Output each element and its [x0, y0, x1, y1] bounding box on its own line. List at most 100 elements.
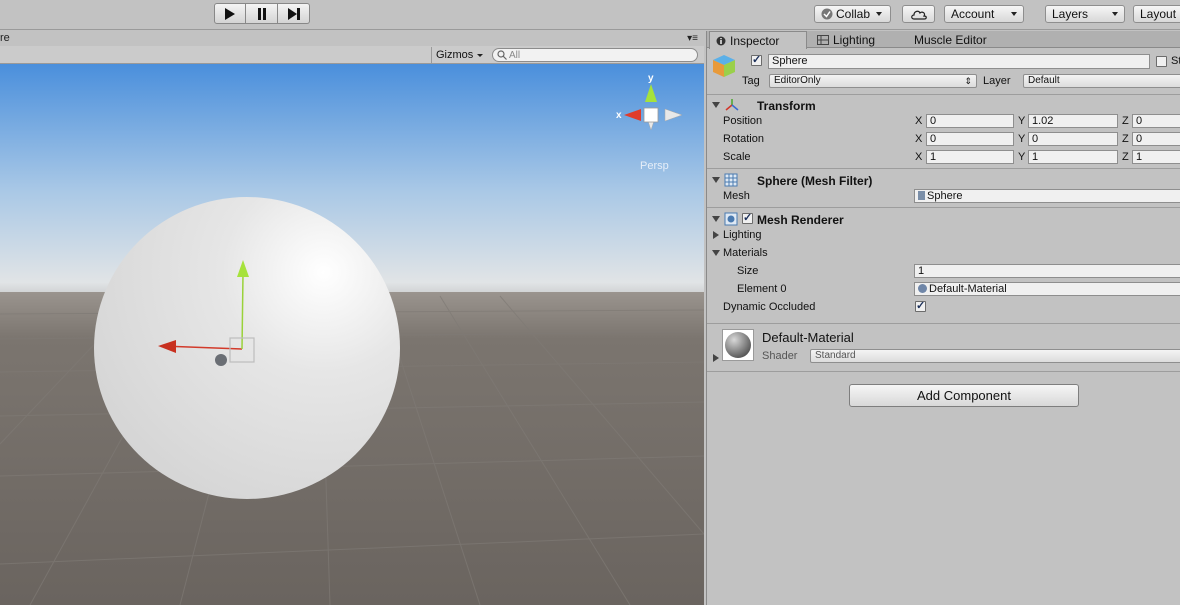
rotation-x-value: 0 [930, 133, 937, 145]
pause-icon [257, 7, 266, 20]
rotation-z-field[interactable]: 0 [1132, 132, 1180, 146]
scale-x-label: X [915, 151, 923, 163]
mesh-asset-icon [918, 191, 925, 200]
position-z-label: Z [1122, 115, 1129, 127]
tab-lighting[interactable]: Lighting [811, 31, 881, 48]
mesh-value: Sphere [927, 190, 963, 202]
rotation-z-label: Z [1122, 133, 1129, 145]
tab-inspector[interactable]: Inspector [709, 31, 807, 49]
mesh-renderer-enabled-checkbox[interactable]: ✓ [742, 213, 753, 224]
tab-lighting-label: Lighting [833, 32, 876, 47]
tab-muscle-editor-label: Muscle Editor [914, 32, 987, 47]
rotation-label: Rotation [723, 133, 764, 145]
transform-icon [725, 99, 739, 111]
scene-tab-label[interactable]: re [0, 32, 10, 44]
lighting-foldout-arrow[interactable] [713, 231, 719, 239]
materials-foldout-arrow[interactable] [712, 250, 720, 256]
chevron-down-icon [1112, 12, 1118, 16]
transform-title: Transform [757, 99, 816, 113]
collab-check-icon [821, 8, 833, 20]
dynamic-occluded-label: Dynamic Occluded [723, 301, 816, 313]
collab-label: Collab [836, 7, 871, 21]
size-field[interactable]: 1 [914, 264, 1180, 278]
divider [707, 207, 1180, 208]
position-x-field[interactable]: 0 [926, 114, 1014, 128]
scale-z-field[interactable]: 1 [1132, 150, 1180, 164]
play-icon [225, 7, 235, 20]
chevron-down-icon [477, 53, 484, 57]
layer-dropdown[interactable]: Default [1023, 74, 1180, 88]
mesh-filter-icon [724, 173, 738, 187]
shader-dropdown[interactable]: Standard [810, 349, 1180, 363]
tag-label: Tag [742, 75, 760, 87]
static-label: St [1171, 55, 1180, 67]
step-button[interactable] [278, 3, 310, 24]
divider [707, 168, 1180, 169]
scene-canvas[interactable]: y x Persp [0, 64, 704, 605]
tab-inspector-label: Inspector [730, 33, 780, 48]
rotation-z-value: 0 [1136, 133, 1143, 145]
account-label: Account [951, 7, 995, 21]
material-sphere-icon [725, 332, 751, 358]
persp-label[interactable]: Persp [640, 160, 669, 172]
mesh-filter-title: Sphere (Mesh Filter) [757, 174, 873, 188]
element0-label: Element 0 [737, 283, 787, 295]
play-button[interactable] [214, 3, 246, 24]
account-dropdown[interactable]: Account [944, 5, 1024, 23]
cloud-icon [910, 10, 927, 20]
gameobject-name-field[interactable]: Sphere [768, 54, 1150, 69]
collab-button[interactable]: Collab [814, 5, 891, 23]
position-y-field[interactable]: 1.02 [1028, 114, 1118, 128]
mesh-renderer-icon [724, 212, 738, 226]
divider [707, 323, 1180, 324]
element0-object-field[interactable]: Default-Material [914, 282, 1180, 296]
static-checkbox[interactable] [1156, 56, 1167, 67]
rotation-y-label: Y [1018, 133, 1026, 145]
tab-muscle-editor[interactable]: Muscle Editor [908, 31, 993, 48]
layers-dropdown[interactable]: Layers [1045, 5, 1125, 23]
search-placeholder: All [509, 49, 521, 61]
scale-z-value: 1 [1136, 151, 1143, 163]
layout-dropdown[interactable]: Layout [1133, 5, 1180, 23]
axis-x-label: x [616, 110, 622, 121]
material-foldout-arrow[interactable] [713, 354, 719, 362]
scene-search-input[interactable]: All [492, 48, 698, 62]
rotation-y-field[interactable]: 0 [1028, 132, 1118, 146]
lighting-label[interactable]: Lighting [723, 229, 762, 241]
pause-button[interactable] [246, 3, 278, 24]
position-z-field[interactable]: 0 [1132, 114, 1180, 128]
layout-label: Layout [1140, 7, 1177, 21]
position-z-value: 0 [1136, 115, 1143, 127]
materials-label[interactable]: Materials [723, 247, 768, 259]
unity-editor: Collab Account Layers Layout re ▾≡ Gizmo… [0, 0, 1180, 605]
playback-controls [214, 3, 310, 24]
gizmos-dropdown[interactable]: Gizmos [431, 47, 487, 63]
scene-viewport[interactable]: y x Persp [0, 64, 704, 605]
sphere-mesh[interactable] [94, 197, 400, 499]
add-component-label: Add Component [917, 388, 1011, 403]
inspector-panel: Inspector Lighting Muscle Editor ✓ Spher… [706, 31, 1180, 605]
layers-label: Layers [1052, 7, 1089, 21]
rotation-x-field[interactable]: 0 [926, 132, 1014, 146]
mesh-renderer-foldout-arrow[interactable] [712, 216, 720, 222]
material-name: Default-Material [762, 330, 854, 345]
scale-y-field[interactable]: 1 [1028, 150, 1118, 164]
mesh-renderer-title: Mesh Renderer [757, 213, 844, 227]
dynamic-occluded-checkbox[interactable]: ✓ [915, 301, 926, 312]
add-component-button[interactable]: Add Component [849, 384, 1079, 407]
transform-foldout-arrow[interactable] [712, 102, 720, 108]
mesh-object-field[interactable]: Sphere [914, 189, 1180, 203]
z-axis-handle[interactable] [215, 354, 227, 366]
scale-y-label: Y [1018, 151, 1026, 163]
gameobject-active-checkbox[interactable]: ✓ [751, 55, 762, 66]
mesh-filter-foldout-arrow[interactable] [712, 177, 720, 183]
scale-x-field[interactable]: 1 [926, 150, 1014, 164]
position-y-label: Y [1018, 115, 1026, 127]
position-x-label: X [915, 115, 923, 127]
tag-value: EditorOnly [774, 75, 821, 86]
rotation-y-value: 0 [1032, 133, 1039, 145]
tag-dropdown[interactable]: EditorOnly ⇕ [769, 74, 977, 88]
position-label: Position [723, 115, 763, 127]
panel-menu-icon[interactable]: ▾≡ [687, 33, 698, 44]
cloud-button[interactable] [902, 5, 935, 23]
